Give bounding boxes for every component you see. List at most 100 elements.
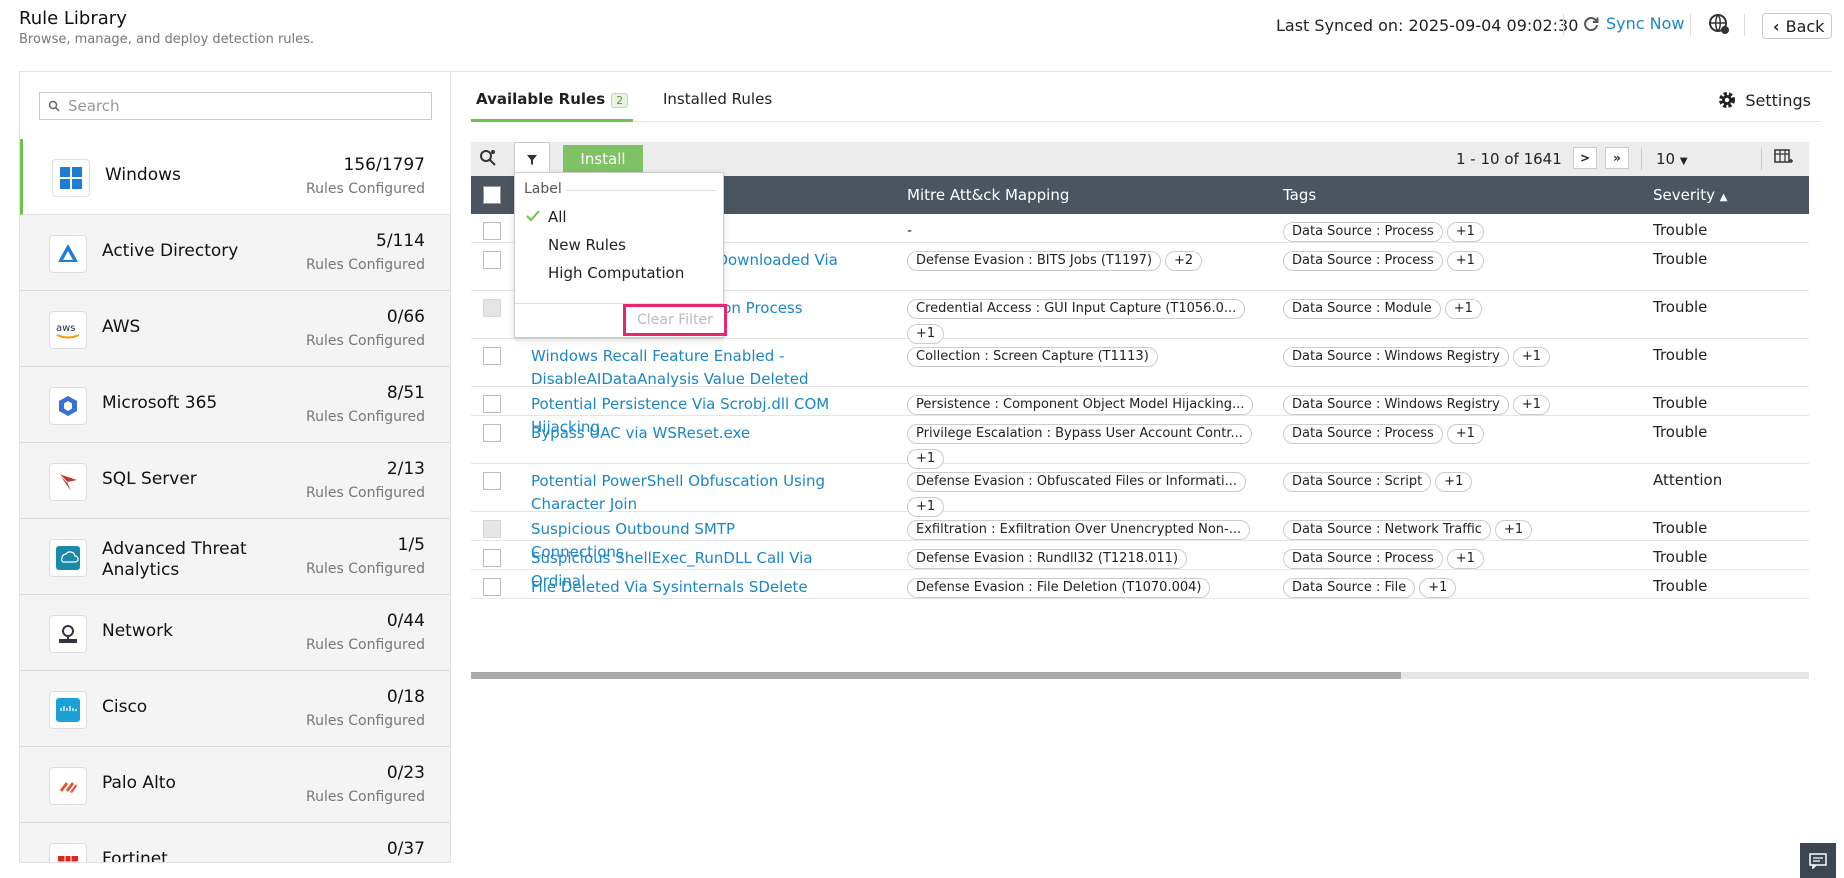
- tag-more-pill[interactable]: +1: [1446, 549, 1484, 569]
- filter-option-new-rules[interactable]: New Rules: [548, 236, 626, 254]
- settings-label: Settings: [1745, 90, 1811, 110]
- table-row[interactable]: File Deleted Via Sysinternals SDelete De…: [471, 570, 1809, 599]
- per-page-select[interactable]: 10 ▼: [1656, 150, 1688, 168]
- category-network[interactable]: Network 0/44 Rules Configured: [20, 595, 450, 671]
- category-sql-server[interactable]: SQL Server 2/13 Rules Configured: [20, 443, 450, 519]
- back-button[interactable]: ‹ Back: [1762, 13, 1832, 39]
- category-active-directory[interactable]: Active Directory 5/114 Rules Configured: [20, 215, 450, 291]
- rule-name-link[interactable]: File Deleted Via Sysinternals SDelete: [531, 576, 831, 599]
- horizontal-scrollbar[interactable]: [471, 672, 1809, 679]
- category-subtext: Rules Configured: [306, 181, 425, 197]
- category-aws[interactable]: aws AWS 0/66 Rules Configured: [20, 291, 450, 367]
- aws-icon: aws: [49, 311, 87, 349]
- rule-name-link[interactable]: Potential PowerShell Obfuscation Using C…: [531, 470, 831, 516]
- filter-option-all[interactable]: All: [548, 208, 567, 226]
- table-row[interactable]: Suspicious Outbound SMTP Connections Exf…: [471, 512, 1809, 561]
- category-microsoft-365[interactable]: Microsoft 365 8/51 Rules Configured: [20, 367, 450, 443]
- tags-cell: Data Source : Module +1: [1283, 298, 1486, 323]
- mitre-cell: Defense Evasion : File Deletion (T1070.0…: [907, 577, 1227, 602]
- header-divider: [1563, 14, 1564, 36]
- row-checkbox[interactable]: [483, 222, 501, 240]
- severity-value: Trouble: [1653, 346, 1708, 364]
- tag-pill: Data Source : Script: [1283, 472, 1432, 492]
- select-all-checkbox[interactable]: [483, 186, 501, 204]
- tag-pill: Data Source : Module: [1283, 299, 1441, 319]
- mitre-more-pill[interactable]: +2: [1165, 251, 1203, 271]
- tags-cell: Data Source : Process +1: [1283, 250, 1488, 275]
- page-header: Rule Library Browse, manage, and deploy …: [0, 0, 1844, 60]
- table-search-icon[interactable]: [479, 149, 497, 171]
- table-toolbar: Install 1 - 10 of 1641 > » 10 ▼: [471, 142, 1809, 176]
- category-fortinet[interactable]: Fortinet 0/37: [20, 823, 450, 862]
- table-row[interactable]: Suspicious ShellExec_RunDLL Call Via Ord…: [471, 541, 1809, 590]
- tags-cell: Data Source : Windows Registry +1: [1283, 346, 1554, 371]
- tag-more-pill[interactable]: +1: [1419, 578, 1457, 598]
- clear-filter-button[interactable]: Clear Filter: [623, 304, 727, 336]
- globe-settings-icon[interactable]: [1708, 13, 1732, 37]
- category-name: Active Directory: [102, 241, 239, 261]
- row-checkbox[interactable]: [483, 251, 501, 269]
- category-cisco[interactable]: Cisco 0/18 Rules Configured: [20, 671, 450, 747]
- category-advanced-threat-analytics[interactable]: Advanced Threat Analytics 1/5 Rules Conf…: [20, 519, 450, 595]
- column-chooser-icon[interactable]: [1774, 149, 1794, 171]
- install-button[interactable]: Install: [563, 145, 643, 173]
- chat-button[interactable]: [1800, 843, 1836, 878]
- category-count: 0/44: [386, 611, 425, 631]
- row-checkbox[interactable]: [483, 472, 501, 490]
- refresh-icon: [1584, 16, 1599, 31]
- category-count: 5/114: [376, 231, 425, 251]
- mitre-pill: Exfiltration : Exfiltration Over Unencry…: [907, 520, 1251, 540]
- toolbar-divider: [1641, 148, 1642, 170]
- search-box[interactable]: [39, 92, 432, 120]
- search-input[interactable]: [68, 97, 408, 115]
- tab-available-rules[interactable]: Available Rules 2: [471, 90, 634, 122]
- tag-more-pill[interactable]: +1: [1446, 222, 1484, 242]
- row-checkbox[interactable]: [483, 578, 501, 596]
- row-checkbox[interactable]: [483, 347, 501, 365]
- table-row[interactable]: Windows Recall Feature Enabled - Disable…: [471, 339, 1809, 388]
- next-page-button[interactable]: >: [1573, 147, 1597, 169]
- column-mitre[interactable]: Mitre Att&ck Mapping: [907, 186, 1069, 204]
- scrollbar-thumb[interactable]: [471, 672, 1401, 679]
- tag-more-pill[interactable]: +1: [1444, 299, 1482, 319]
- tag-more-pill[interactable]: +1: [1512, 347, 1551, 367]
- tag-more-pill[interactable]: +1: [1446, 251, 1484, 271]
- rule-name-link[interactable]: Windows Recall Feature Enabled - Disable…: [531, 345, 831, 391]
- mitre-pill: Defense Evasion : Rundll32 (T1218.011): [907, 549, 1188, 569]
- rule-name-link[interactable]: Bypass UAC via WSReset.exe: [531, 422, 831, 445]
- category-windows[interactable]: Windows 156/1797 Rules Configured: [20, 139, 450, 215]
- row-checkbox[interactable]: [483, 549, 501, 567]
- table-row[interactable]: Bypass UAC via WSReset.exe Privilege Esc…: [471, 416, 1809, 469]
- category-name: Network: [102, 621, 173, 641]
- row-checkbox[interactable]: [483, 395, 501, 413]
- severity-value: Trouble: [1653, 250, 1708, 268]
- tag-pill: Data Source : Process: [1283, 251, 1443, 271]
- tag-more-pill[interactable]: +1: [1435, 472, 1473, 492]
- tag-pill: Data Source : Process: [1283, 222, 1443, 242]
- category-count: 0/37: [386, 839, 425, 859]
- table-row[interactable]: Potential Persistence Via Scrobj.dll COM…: [471, 387, 1809, 436]
- tag-more-pill[interactable]: +1: [1446, 424, 1484, 444]
- severity-value: Trouble: [1653, 394, 1708, 412]
- tab-label: Available Rules: [476, 90, 606, 108]
- settings-button[interactable]: Settings: [1717, 90, 1811, 110]
- row-checkbox[interactable]: [483, 424, 501, 442]
- category-count: 2/13: [386, 459, 425, 479]
- tag-pill: Data Source : Windows Registry: [1283, 347, 1509, 367]
- filter-option-high-computation[interactable]: High Computation: [548, 264, 684, 282]
- tab-installed-rules[interactable]: Installed Rules: [663, 90, 772, 122]
- column-tags[interactable]: Tags: [1283, 186, 1316, 204]
- category-palo-alto[interactable]: Palo Alto 0/23 Rules Configured: [20, 747, 450, 823]
- column-severity[interactable]: Severity ▲: [1653, 186, 1727, 204]
- last-page-button[interactable]: »: [1605, 147, 1629, 169]
- tag-pill: Data Source : File: [1283, 578, 1416, 598]
- tags-cell: Data Source : File +1: [1283, 577, 1460, 602]
- tag-more-pill[interactable]: +1: [1494, 520, 1533, 540]
- tag-more-pill[interactable]: +1: [1512, 395, 1551, 415]
- sync-now-button[interactable]: Sync Now: [1582, 14, 1685, 33]
- filter-button[interactable]: [514, 142, 550, 176]
- table-row[interactable]: Potential PowerShell Obfuscation Using C…: [471, 464, 1809, 517]
- pagination-range: 1 - 10 of 1641: [1456, 150, 1562, 168]
- row-checkbox: [483, 299, 501, 317]
- fortinet-icon: [49, 843, 87, 862]
